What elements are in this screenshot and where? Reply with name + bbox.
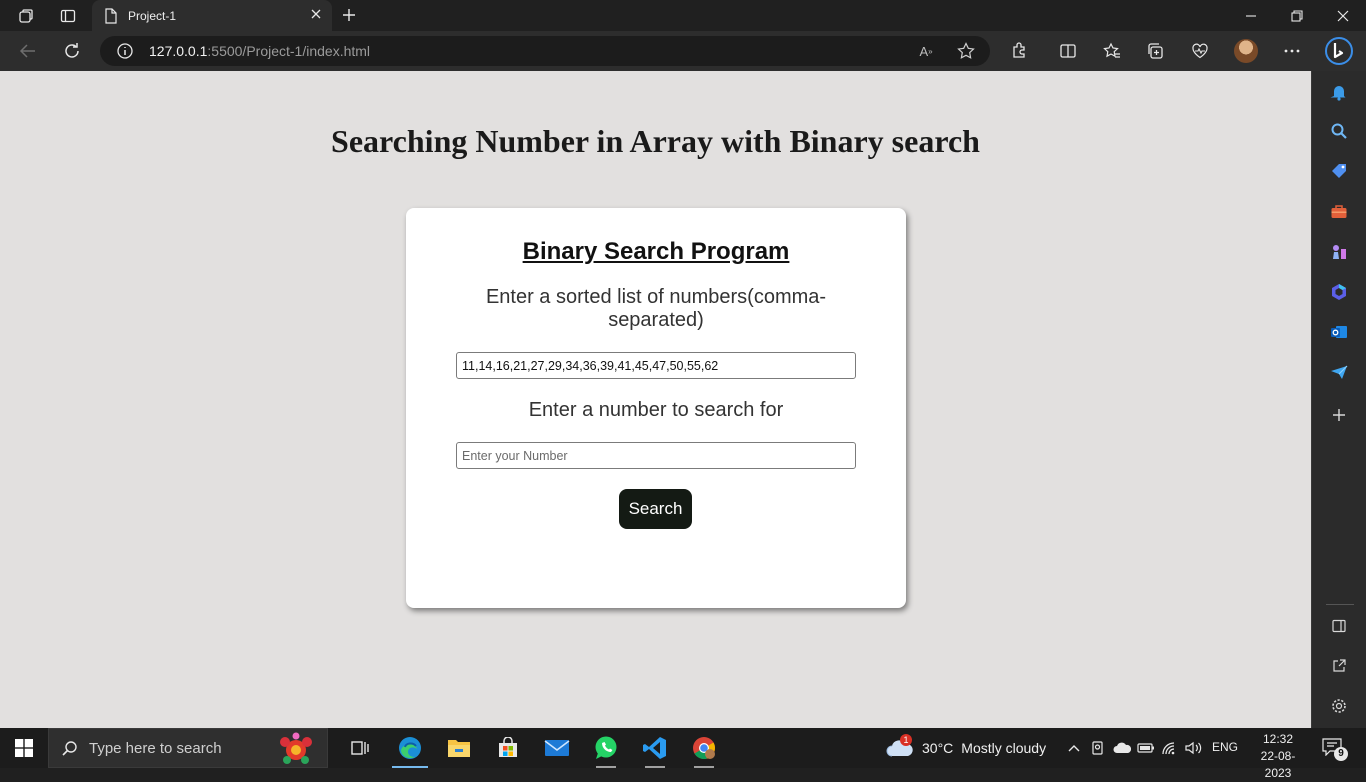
minimize-icon[interactable] <box>1228 0 1274 31</box>
notification-bell-icon[interactable] <box>1327 80 1351 104</box>
wifi-icon[interactable] <box>1160 738 1180 758</box>
weather-alert-badge: 1 <box>900 734 912 746</box>
add-icon[interactable] <box>1327 403 1351 427</box>
battery-icon[interactable] <box>1136 738 1156 758</box>
show-hidden-icons-chevron-icon[interactable] <box>1064 738 1084 758</box>
workspaces-icon[interactable] <box>6 0 46 31</box>
tab-title: Project-1 <box>128 8 177 23</box>
microsoft-365-icon[interactable] <box>1327 280 1351 304</box>
language-indicator[interactable]: ENG <box>1212 740 1238 754</box>
new-tab-icon[interactable] <box>338 4 360 26</box>
tab-project-1[interactable]: Project-1 <box>92 0 332 31</box>
bing-copilot-icon[interactable] <box>1323 35 1355 67</box>
profile-avatar[interactable] <box>1234 39 1258 63</box>
outlook-icon[interactable] <box>1327 320 1351 344</box>
mail-icon[interactable] <box>533 728 581 768</box>
drop-send-icon[interactable] <box>1327 360 1351 384</box>
sidebar-settings-icon[interactable] <box>1327 694 1351 718</box>
back-arrow-icon[interactable] <box>13 36 43 66</box>
windows-start-icon[interactable] <box>0 728 48 768</box>
taskbar-search-box[interactable]: Type here to search <box>48 728 328 768</box>
collections-icon[interactable] <box>1141 36 1171 66</box>
sidebar-divider <box>1326 604 1354 605</box>
sorted-list-label: Enter a sorted list of numbers(comma-sep… <box>485 286 827 331</box>
meet-camera-icon[interactable] <box>1088 738 1108 758</box>
read-aloud-icon[interactable]: A» <box>916 41 936 61</box>
browser-tab-bar: Project-1 <box>0 0 1366 31</box>
search-highlight-flower-icon <box>280 732 312 764</box>
edge-sidebar <box>1311 71 1366 728</box>
file-explorer-icon[interactable] <box>435 728 483 768</box>
whatsapp-icon[interactable] <box>582 728 630 768</box>
chrome-profile-icon[interactable] <box>680 728 728 768</box>
address-bar[interactable]: 127.0.0.1:5500/Project-1/index.html A» <box>100 36 990 66</box>
url-text: 127.0.0.1:5500/Project-1/index.html <box>149 43 370 59</box>
notification-center-icon[interactable]: 9 <box>1322 738 1348 761</box>
favorite-star-icon[interactable] <box>956 41 976 61</box>
edge-browser-icon[interactable] <box>386 728 434 768</box>
cloud-weather-icon: 1 <box>886 734 914 760</box>
split-screen-icon[interactable] <box>1053 36 1083 66</box>
search-button[interactable]: Search <box>619 489 692 529</box>
onedrive-cloud-icon[interactable] <box>1112 738 1132 758</box>
task-view-icon[interactable] <box>336 728 384 768</box>
settings-more-icon[interactable] <box>1277 36 1307 66</box>
refresh-icon[interactable] <box>57 36 87 66</box>
notification-count-badge: 9 <box>1334 747 1348 761</box>
favorites-icon[interactable] <box>1097 36 1127 66</box>
clock-date: 22-08-2023 <box>1260 749 1296 780</box>
weather-condition-text: Mostly cloudy <box>961 740 1047 756</box>
url-host: 127.0.0.1 <box>149 43 208 59</box>
binary-search-card: Binary Search Program Enter a sorted lis… <box>406 208 906 608</box>
system-clock[interactable]: 12:32 22-08-2023 <box>1248 731 1308 782</box>
microsoft-store-icon[interactable] <box>484 728 532 768</box>
page-icon <box>105 7 117 24</box>
open-external-icon[interactable] <box>1327 654 1351 678</box>
page-title: Searching Number in Array with Binary se… <box>331 123 980 159</box>
taskbar-search-placeholder: Type here to search <box>89 740 222 757</box>
games-chess-icon[interactable] <box>1327 240 1351 264</box>
volume-icon[interactable] <box>1184 738 1204 758</box>
browser-toolbar: 127.0.0.1:5500/Project-1/index.html A» <box>0 31 1366 71</box>
clock-time: 12:32 <box>1262 732 1294 746</box>
restore-icon[interactable] <box>1274 0 1320 31</box>
close-window-icon[interactable] <box>1320 0 1366 31</box>
card-title: Binary Search Program <box>522 238 790 265</box>
site-info-icon[interactable] <box>116 42 134 65</box>
taskbar-search-icon <box>62 741 77 756</box>
search-number-label: Enter a number to search for <box>528 399 784 421</box>
page-viewport: Searching Number in Array with Binary se… <box>0 71 1311 728</box>
windows-taskbar: Type here to search 1 30°C Mostly cloudy <box>0 728 1366 780</box>
search-icon[interactable] <box>1327 119 1351 143</box>
tab-actions-icon[interactable] <box>48 0 88 31</box>
weather-widget[interactable]: 1 30°C Mostly cloudy <box>886 728 1046 768</box>
search-number-input[interactable] <box>456 442 856 469</box>
sorted-list-input[interactable] <box>456 352 856 379</box>
temperature-text: 30°C <box>922 740 954 756</box>
tools-briefcase-icon[interactable] <box>1327 200 1351 224</box>
browser-essentials-icon[interactable] <box>1185 36 1215 66</box>
url-path: :5500/Project-1/index.html <box>207 43 371 59</box>
hide-sidebar-icon[interactable] <box>1327 614 1351 638</box>
extensions-icon[interactable] <box>1004 36 1034 66</box>
shopping-tag-icon[interactable] <box>1327 159 1351 183</box>
vscode-icon[interactable] <box>631 728 679 768</box>
tab-close-icon[interactable] <box>310 8 322 23</box>
